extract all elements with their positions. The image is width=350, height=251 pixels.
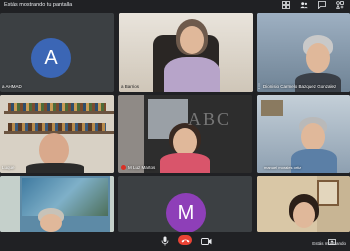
person-body <box>26 163 84 173</box>
participant-tile[interactable]: M <box>118 176 252 232</box>
bookshelf <box>4 111 114 114</box>
participant-tile[interactable] <box>0 176 114 232</box>
top-bar: Estás mostrando tu pantalla <box>0 0 350 13</box>
participant-name: manuel morales ortiz <box>264 165 302 170</box>
camera-icon[interactable] <box>200 236 212 246</box>
watermark-text: ABC <box>188 109 232 129</box>
microphone-icon[interactable] <box>160 236 170 246</box>
top-toolbar <box>282 1 344 9</box>
participant-tile[interactable]: a Barrios <box>119 13 253 92</box>
participant-tile[interactable]: Luque <box>0 95 114 173</box>
meeting-controls: Estás mostrando <box>0 232 350 250</box>
participant-name: a AHMAD <box>2 84 22 89</box>
avatar-letter: A <box>44 46 58 69</box>
participant-name: Luque <box>2 165 15 170</box>
hang-up-icon <box>181 239 189 242</box>
person-face <box>301 123 325 151</box>
participant-name: a Barrios <box>121 84 140 89</box>
picture-frame <box>317 180 339 206</box>
activities-icon[interactable] <box>336 1 344 9</box>
participant-tile[interactable]: Dionisio Carmelo Bazquez Gonzalez <box>257 13 350 92</box>
participant-name: M Luz Martos <box>121 165 155 170</box>
screen-share-status: Estás mostrando tu pantalla <box>4 2 73 8</box>
participant-avatar: A <box>31 38 71 78</box>
participant-tile[interactable]: manuel morales ortiz <box>257 95 350 173</box>
participant-tile[interactable]: ABC M Luz Martos <box>118 95 252 173</box>
books <box>8 103 106 111</box>
participant-name-text: M Luz Martos <box>128 165 156 170</box>
painting <box>261 100 283 116</box>
books <box>8 123 106 131</box>
participant-tile[interactable]: A a AHMAD <box>0 13 114 92</box>
hang-up-button[interactable] <box>178 235 192 245</box>
painting <box>22 178 108 216</box>
chat-icon[interactable] <box>318 1 326 9</box>
presenting-label[interactable]: Estás mostrando <box>312 241 346 246</box>
person-body <box>164 57 220 92</box>
person-face <box>39 133 69 167</box>
mic-muted-badge <box>121 165 126 170</box>
person-face <box>180 26 204 54</box>
avatar-letter: M <box>177 201 195 224</box>
people-icon[interactable] <box>300 1 308 9</box>
person-face <box>40 214 62 232</box>
person-face <box>173 128 197 156</box>
participant-tile[interactable] <box>257 176 350 232</box>
person-body <box>295 73 341 92</box>
person-face <box>293 202 315 228</box>
abc-watermark: ABC <box>188 109 248 129</box>
person-body <box>160 153 210 173</box>
person-face <box>306 43 330 73</box>
participant-avatar: M <box>166 193 206 232</box>
grid-layout-icon[interactable] <box>282 1 290 9</box>
participant-name: Dionisio Carmelo Bazquez Gonzalez <box>263 84 337 89</box>
